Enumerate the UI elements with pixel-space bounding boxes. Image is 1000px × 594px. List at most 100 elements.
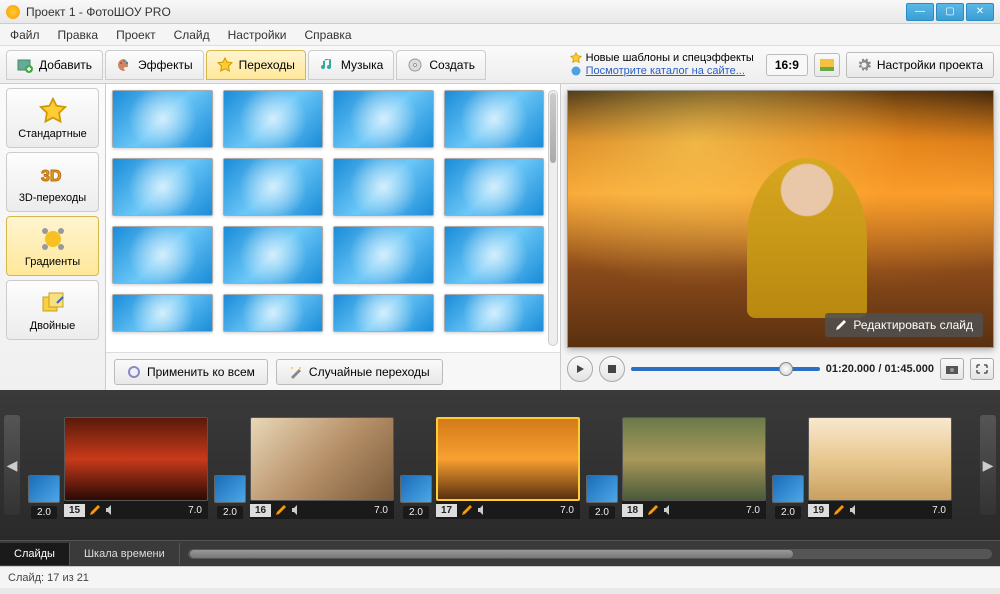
transition-slot[interactable] [400,475,432,503]
menu-settings[interactable]: Настройки [224,26,291,44]
close-button[interactable]: ✕ [966,3,994,21]
project-settings-label: Настройки проекта [877,58,983,72]
music-note-icon [319,57,335,73]
transition-slot[interactable] [772,475,804,503]
transition-thumb[interactable] [223,158,324,216]
menu-edit[interactable]: Правка [54,26,103,44]
apply-to-all-button[interactable]: Применить ко всем [114,359,268,385]
notes-box: Новые шаблоны и спецэффекты Посмотрите к… [570,52,760,77]
star-icon [570,52,582,64]
transition-slot[interactable] [28,475,60,503]
menu-project[interactable]: Проект [112,26,160,44]
doubles-icon [39,289,67,317]
timeline-scrollbar[interactable] [188,549,992,559]
seek-slider[interactable] [631,367,820,371]
slide-number: 15 [64,504,85,517]
wand-icon [289,365,303,379]
transition-thumb[interactable] [444,90,545,148]
timeline-slide[interactable] [622,417,766,501]
apply-icon [127,365,141,379]
gallery-scrollbar[interactable] [548,90,558,346]
random-label: Случайные переходы [309,365,430,379]
transition-thumb[interactable] [444,158,545,216]
transition-slot[interactable] [214,475,246,503]
notes-line1: Новые шаблоны и спецэффекты [586,52,754,64]
tab-effects-label: Эффекты [138,58,193,72]
tab-create[interactable]: Создать [396,50,486,80]
tab-transitions[interactable]: Переходы [206,50,306,80]
slide-duration: 7.0 [374,505,394,516]
preview-image: Редактировать слайд [567,90,994,348]
transition-thumb[interactable] [112,294,213,332]
sidebar-standard-label: Стандартные [18,128,87,140]
timeline-slide[interactable] [250,417,394,501]
bottom-tab-timescale[interactable]: Шкала времени [70,543,180,565]
stop-button[interactable] [599,356,625,382]
tab-music[interactable]: Музыка [308,50,394,80]
edit-slide-button[interactable]: Редактировать слайд [825,313,983,337]
transition-thumb[interactable] [223,226,324,284]
window-title: Проект 1 - ФотоШОУ PRO [26,5,904,19]
transition-thumb[interactable] [333,90,434,148]
snapshot-button[interactable] [940,358,964,380]
slide-number: 19 [808,504,829,517]
edit-slide-label: Редактировать слайд [853,318,973,332]
sidebar-doubles[interactable]: Двойные [6,280,99,340]
sidebar-standard[interactable]: Стандартные [6,88,99,148]
timeline-next-button[interactable]: ▶ [980,415,996,515]
sidebar-3d-label: 3D-переходы [19,192,86,204]
tab-add-label: Добавить [39,58,92,72]
sidebar-3d[interactable]: 3D 3D-переходы [6,152,99,212]
transition-thumb[interactable] [223,90,324,148]
random-transitions-button[interactable]: Случайные переходы [276,359,443,385]
slide-duration: 7.0 [932,505,952,516]
star-icon [217,57,233,73]
menu-slide[interactable]: Слайд [170,26,214,44]
transition-duration: 2.0 [31,506,57,519]
play-icon [575,364,585,374]
aspect-ratio-button[interactable]: 16:9 [766,54,808,76]
bottom-tabbar: Слайды Шкала времени [0,540,1000,566]
timeline-slide[interactable] [64,417,208,501]
timeline-slide[interactable] [808,417,952,501]
status-bar: Слайд: 17 из 21 [0,566,1000,588]
pencil-icon [275,504,287,516]
transition-thumb[interactable] [112,158,213,216]
star-icon [39,97,67,125]
menubar: Файл Правка Проект Слайд Настройки Справ… [0,24,1000,46]
background-color-button[interactable] [814,53,840,77]
sidebar-gradients[interactable]: Градиенты [6,216,99,276]
timeline: ◀ 2.0 157.0 2.0 167.0 [0,390,1000,540]
tab-effects[interactable]: Эффекты [105,50,204,80]
transition-slot[interactable] [586,475,618,503]
transition-thumb[interactable] [112,90,213,148]
menu-file[interactable]: Файл [6,26,44,44]
preview-panel: Редактировать слайд 01:20.000 / 01:45.00… [560,84,1000,390]
tab-transitions-label: Переходы [239,58,295,72]
menu-help[interactable]: Справка [300,26,355,44]
minimize-button[interactable]: — [906,3,934,21]
bottom-tab-slides[interactable]: Слайды [0,543,70,565]
maximize-button[interactable]: ▢ [936,3,964,21]
apply-all-label: Применить ко всем [147,365,255,379]
catalog-link[interactable]: Посмотрите каталог на сайте... [586,65,745,77]
transition-thumb[interactable] [444,294,545,332]
play-button[interactable] [567,356,593,382]
tab-add[interactable]: Добавить [6,50,103,80]
transition-thumb[interactable] [333,158,434,216]
transition-thumb[interactable] [444,226,545,284]
transition-thumb[interactable] [333,294,434,332]
timeline-prev-button[interactable]: ◀ [4,415,20,515]
sound-icon [104,504,116,516]
project-settings-button[interactable]: Настройки проекта [846,52,994,78]
transition-thumb[interactable] [112,226,213,284]
camera-icon [946,364,958,374]
fullscreen-button[interactable] [970,358,994,380]
slide-duration: 7.0 [746,505,766,516]
sound-icon [848,504,860,516]
status-text: Слайд: 17 из 21 [8,572,89,584]
transition-thumb[interactable] [333,226,434,284]
pencil-icon [461,504,473,516]
timeline-slide[interactable] [436,417,580,501]
transition-thumb[interactable] [223,294,324,332]
